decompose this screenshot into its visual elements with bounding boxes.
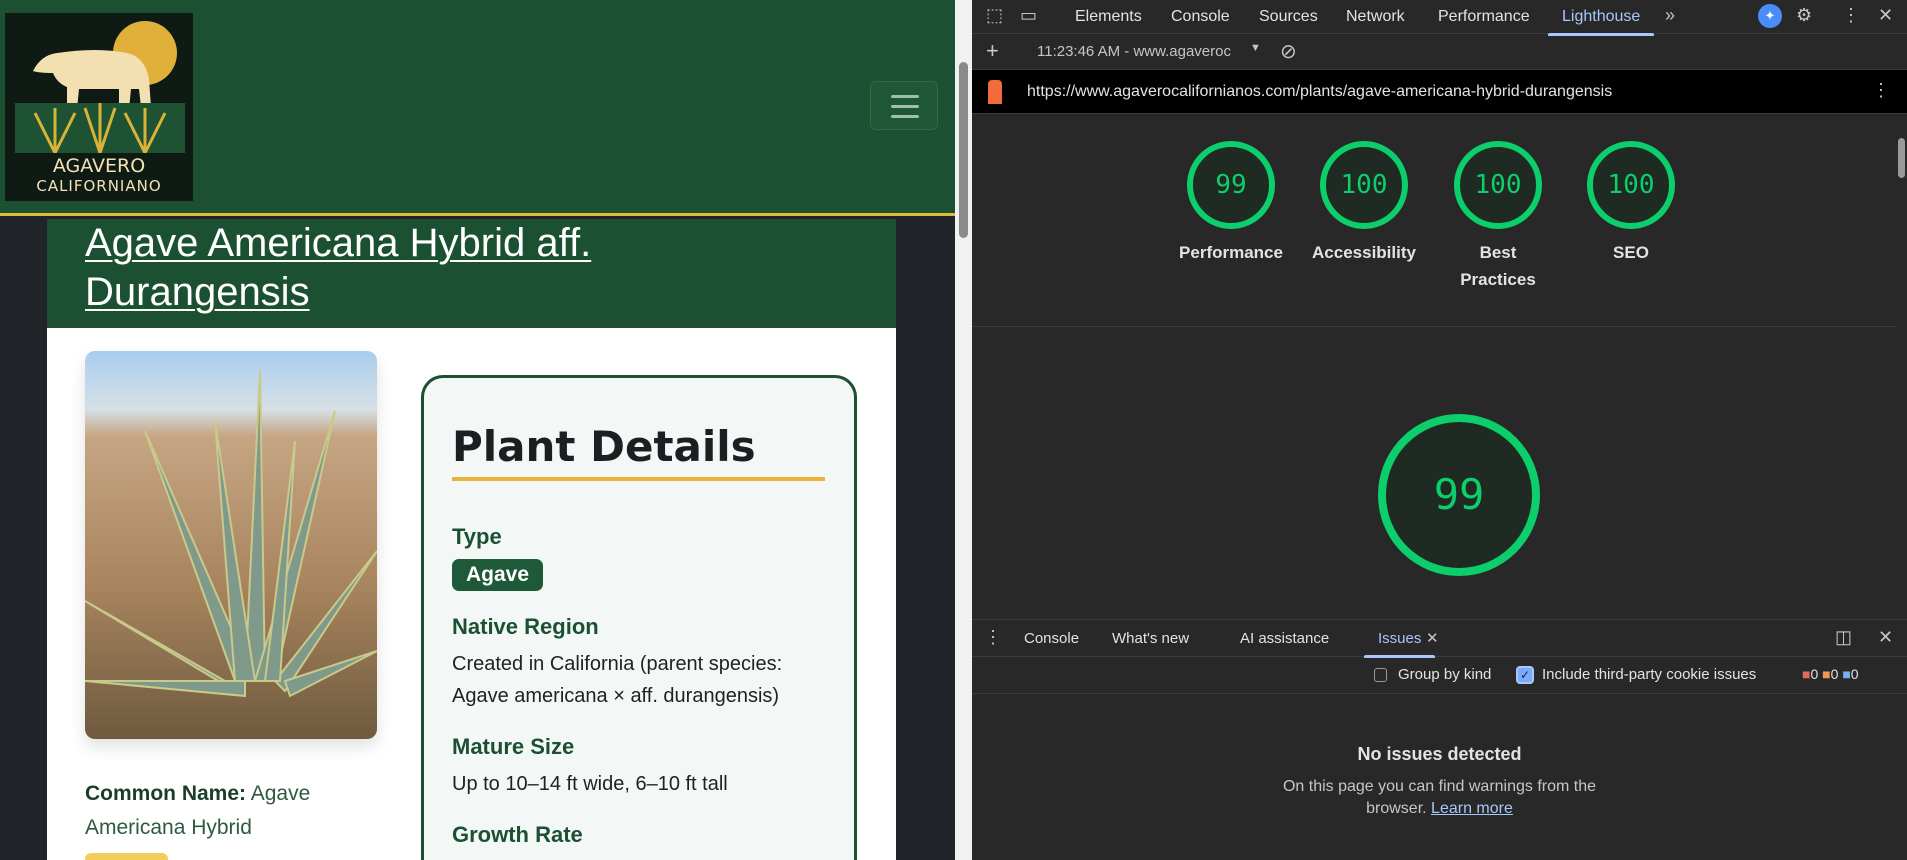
group-by-kind-label: Group by kind	[1398, 666, 1492, 683]
score-accessibility[interactable]: 100 Accessibility	[1304, 141, 1424, 266]
heading-underline	[452, 477, 825, 481]
score-best-practices[interactable]: 100 Best Practices	[1448, 141, 1548, 293]
clear-reports-icon[interactable]: ⊘	[1280, 39, 1297, 64]
close-devtools-icon[interactable]: ✕	[1878, 5, 1893, 26]
size-value: Up to 10–14 ft wide, 6–10 ft tall	[452, 773, 728, 795]
region-label: Native Region	[452, 614, 599, 639]
devtools-drawer: ⋮ Console What's new AI assistance Issue…	[972, 619, 1907, 860]
title-band: Agave Americana Hybrid aff. Durangensis	[47, 219, 896, 328]
device-toolbar-icon[interactable]: ▭	[1020, 5, 1037, 26]
growth-label: Growth Rate	[452, 822, 583, 847]
yellow-badge	[85, 853, 168, 860]
site-logo[interactable]: AGAVERO CALIFORNIANO	[5, 13, 193, 201]
drawer-tab-ai-assistance[interactable]: AI assistance	[1240, 630, 1329, 647]
tab-elements[interactable]: Elements	[1075, 8, 1142, 26]
close-drawer-icon[interactable]: ✕	[1878, 627, 1893, 648]
tab-lighthouse[interactable]: Lighthouse	[1547, 8, 1655, 36]
empty-title: No issues detected	[1357, 744, 1522, 764]
include-cookie-label: Include third-party cookie issues	[1542, 666, 1757, 683]
lighthouse-toolbar: + 11:23:46 AM - www.agaveroc ▼ ⊘	[972, 34, 1907, 70]
divider	[972, 326, 1897, 327]
plant-title-link[interactable]: Agave Americana Hybrid aff. Durangensis	[85, 219, 725, 317]
details-heading: Plant Details	[452, 422, 756, 471]
include-cookie-checkbox[interactable]: ✓	[1516, 666, 1534, 684]
drawer-menu-icon[interactable]: ⋮	[984, 627, 1002, 648]
region-value: Created in California (parent species: A…	[452, 653, 783, 707]
plant-photo	[85, 351, 377, 739]
drawer-tab-issues[interactable]: Issues	[1363, 630, 1436, 658]
lighthouse-logo-icon	[988, 80, 1002, 104]
devtools-tabbar: ⬚ ▭ Elements Console Sources Network Per…	[972, 0, 1907, 36]
tab-sources[interactable]: Sources	[1259, 8, 1318, 26]
issue-counts: ■0 ■0 ■0	[1802, 666, 1859, 682]
tab-console[interactable]: Console	[1171, 8, 1230, 26]
learn-more-link[interactable]: Learn more	[1431, 800, 1513, 817]
menu-toggle-button[interactable]	[870, 81, 938, 130]
plant-card: Agave Americana Hybrid aff. Durangensis …	[47, 219, 896, 860]
web-page: AGAVERO CALIFORNIANO Agave Americana Hyb…	[0, 0, 955, 860]
bear-agave-logo-icon	[15, 21, 185, 163]
report-select[interactable]: 11:23:46 AM - www.agaveroc	[1037, 43, 1231, 60]
tab-network[interactable]: Network	[1346, 8, 1405, 26]
ai-assistant-icon[interactable]: ✦	[1758, 4, 1782, 28]
report-menu-icon[interactable]: ⋮	[1872, 80, 1890, 101]
main-performance-gauge: 99	[1378, 414, 1540, 576]
size-label: Mature Size	[452, 734, 575, 759]
common-name: Common Name: Agave Americana Hybrid	[85, 777, 385, 845]
agave-photo-icon	[85, 370, 377, 698]
dropdown-arrow-icon[interactable]: ▼	[1250, 42, 1261, 54]
type-badge: Agave	[452, 559, 544, 591]
dock-side-icon[interactable]: ◫	[1835, 627, 1852, 648]
drawer-tab-whats-new[interactable]: What's new	[1112, 630, 1189, 647]
close-issues-tab-icon[interactable]: ✕	[1426, 629, 1439, 647]
logo-text-2: CALIFORNIANO	[36, 177, 162, 195]
drawer-tab-console[interactable]: Console	[1024, 630, 1079, 647]
report-scrollbar[interactable]	[1896, 114, 1907, 619]
more-tabs-icon[interactable]: »	[1665, 5, 1675, 26]
common-name-label: Common Name:	[85, 782, 247, 805]
tab-performance[interactable]: Performance	[1438, 8, 1530, 26]
group-by-kind-checkbox[interactable]	[1374, 668, 1387, 682]
plant-details-panel: Plant Details Type Agave Native Region C…	[421, 375, 857, 860]
more-options-icon[interactable]: ⋮	[1842, 5, 1860, 26]
settings-gear-icon[interactable]: ⚙	[1796, 5, 1812, 26]
inspect-element-icon[interactable]: ⬚	[986, 5, 1003, 26]
logo-text-1: AGAVERO	[52, 155, 146, 177]
score-seo[interactable]: 100 SEO	[1571, 141, 1691, 266]
type-label: Type	[452, 524, 502, 549]
empty-text: On this page you can find warnings from …	[1282, 778, 1597, 817]
site-header: AGAVERO CALIFORNIANO	[0, 0, 955, 216]
page-scrollbar[interactable]	[955, 0, 972, 860]
new-report-plus-icon[interactable]: +	[986, 38, 999, 64]
drawer-tabbar: ⋮ Console What's new AI assistance Issue…	[972, 619, 1907, 658]
report-url[interactable]: https://www.agaverocalifornianos.com/pla…	[1027, 83, 1612, 101]
warning-icon: ■	[1822, 666, 1831, 682]
report-url-bar: https://www.agaverocalifornianos.com/pla…	[972, 70, 1907, 114]
scrollbar-thumb[interactable]	[959, 62, 968, 238]
info-icon: ■	[1842, 666, 1851, 682]
score-performance[interactable]: 99 Performance	[1171, 141, 1291, 266]
issues-toolbar: Group by kind ✓ Include third-party cook…	[972, 657, 1907, 694]
